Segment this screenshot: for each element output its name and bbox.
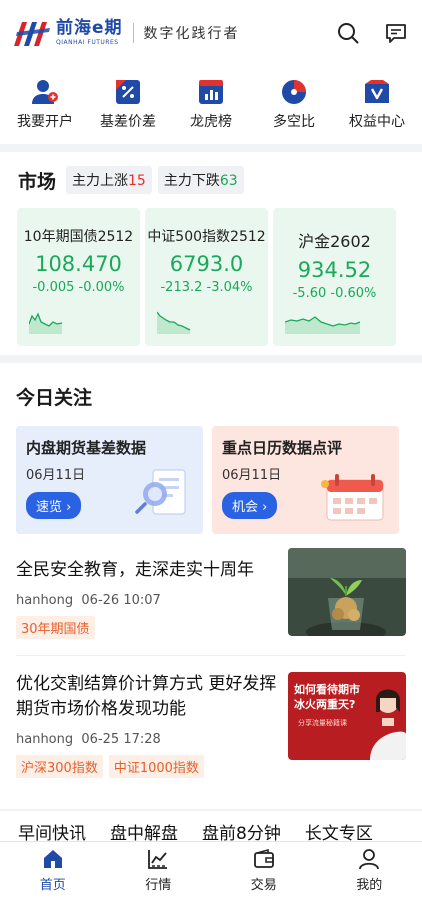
contract-change: -5.60 -0.60%	[292, 286, 377, 301]
thumbnail-subtitle: 分享流量秘籍课	[298, 719, 347, 727]
message-icon[interactable]	[384, 21, 408, 45]
quick-view-button[interactable]: 速览 ›	[26, 492, 82, 519]
divider	[132, 23, 134, 43]
qianhai-logo-icon	[14, 22, 50, 46]
market-chart-icon	[148, 850, 168, 869]
top-header: 前海e期 QIANHAI FUTURES 数字化践行者	[0, 0, 422, 66]
quick-basis-spread[interactable]: 基差价差	[93, 78, 163, 144]
market-card[interactable]: 10年期国债2512 108.470 -0.005 -0.00%	[17, 208, 140, 346]
pie-icon	[280, 78, 308, 106]
thumbnail-title: 如何看待期市冰火两重天?	[294, 683, 360, 711]
news-author: hanhong	[16, 593, 74, 608]
quick-label: 基差价差	[100, 114, 156, 130]
news-thumbnail: 如何看待期市冰火两重天? 分享流量秘籍课	[288, 672, 406, 760]
tab-pre-market[interactable]: 盘前8分钟	[202, 819, 281, 841]
contract-name: 沪金2602	[298, 232, 371, 251]
news-item[interactable]: 全民安全教育，走深走实十周年 hanhong 06-26 10:07 30年期国…	[16, 534, 406, 656]
main-up-label: 主力上涨	[72, 173, 129, 189]
vip-icon	[363, 78, 391, 106]
chart-board-icon	[197, 78, 225, 106]
news-tag[interactable]: 中证1000指数	[108, 755, 204, 778]
home-icon	[43, 850, 62, 868]
contract-price: 934.52	[297, 258, 372, 282]
slogan: 数字化践行者	[143, 26, 240, 42]
tab-morning-news[interactable]: 早间快讯	[18, 819, 86, 841]
quick-dragon-tiger[interactable]: 龙虎榜	[176, 78, 246, 144]
search-icon[interactable]	[336, 21, 360, 45]
tab-long-articles[interactable]: 长文专区	[305, 819, 373, 841]
quick-label: 我要开户	[17, 114, 73, 130]
quick-label: 权益中心	[349, 114, 405, 130]
content-tabs: 早间快讯 盘中解盘 盘前8分钟 长文专区	[0, 811, 422, 841]
basis-data-banner[interactable]: 内盘期货基差数据 06月11日 速览 ›	[16, 426, 203, 534]
presenter-figure	[370, 689, 406, 760]
user-add-icon	[31, 78, 59, 106]
sparkline	[157, 311, 191, 334]
market-title: 市场	[18, 170, 57, 193]
sparkline	[285, 316, 361, 334]
news-time: 06-26 10:07	[81, 593, 161, 608]
banner-title: 内盘期货基差数据	[26, 439, 147, 457]
opportunity-button[interactable]: 机会 ›	[222, 492, 278, 519]
brand-name: 前海e期	[56, 18, 123, 38]
contract-price: 108.470	[35, 252, 122, 276]
news-thumbnail	[288, 548, 406, 636]
news-time: 06-25 17:28	[81, 732, 161, 747]
brand-english: QIANHAI FUTURES	[56, 39, 119, 46]
today-focus-section: 今日关注 内盘期货基差数据 06月11日 速览 › 重点日历数据点评 06月11…	[0, 363, 422, 809]
bottom-tabbar: 首页 行情 交易 我的	[0, 841, 422, 898]
news-item[interactable]: 优化交割结算价计算方式 更好发挥期货市场价格发现功能 hanhong 06-25…	[16, 656, 406, 794]
contract-name: 10年期国债2512	[23, 229, 134, 245]
market-card[interactable]: 中证500指数2512 6793.0 -213.2 -3.04%	[145, 208, 268, 346]
tab-label: 交易	[250, 878, 277, 893]
tab-label: 行情	[145, 878, 172, 893]
quick-nav: 我要开户 基差价差 龙虎榜 多空比 权益中心	[0, 66, 422, 144]
tab-trade[interactable]: 交易	[234, 848, 294, 898]
news-headline: 全民安全教育，走深走实十周年	[16, 560, 254, 580]
wallet-icon	[253, 848, 274, 868]
contract-change: -0.005 -0.00%	[32, 280, 125, 295]
tab-label: 我的	[356, 878, 383, 893]
market-card[interactable]: 沪金2602 934.52 -5.60 -0.60%	[273, 208, 396, 346]
contract-change: -213.2 -3.04%	[160, 280, 253, 295]
main-down-label: 主力下跌	[163, 173, 220, 189]
sparkline	[29, 312, 63, 334]
banner-title: 重点日历数据点评	[222, 439, 343, 457]
news-headline: 优化交割结算价计算方式 更好发挥期货市场价格发现功能	[16, 674, 277, 719]
brand: 前海e期 QIANHAI FUTURES	[56, 20, 123, 46]
news-author: hanhong	[16, 732, 74, 747]
main-down-count: 63	[219, 173, 238, 189]
tab-intraday[interactable]: 盘中解盘	[110, 819, 178, 841]
main-up-count: 15	[128, 173, 146, 189]
document-magnifier-icon	[135, 469, 186, 515]
calendar-icon	[321, 474, 384, 521]
quick-open-account[interactable]: 我要开户	[10, 78, 80, 144]
tab-profile[interactable]: 我的	[339, 848, 399, 898]
percent-icon	[114, 78, 142, 106]
calendar-review-banner[interactable]: 重点日历数据点评 06月11日 机会 ›	[212, 426, 399, 534]
focus-title: 今日关注	[16, 387, 93, 409]
contract-name: 中证500指数2512	[147, 229, 266, 245]
contract-price: 6793.0	[169, 252, 244, 276]
profile-icon	[359, 849, 380, 870]
main-down-chip[interactable]: 主力下跌63	[157, 166, 244, 194]
tab-market[interactable]: 行情	[128, 848, 188, 898]
market-section: 市场 主力上涨15 主力下跌63 10年期国债2512 108.470 -0.0…	[0, 152, 422, 355]
news-tag[interactable]: 沪深300指数	[16, 755, 103, 778]
quick-rights-center[interactable]: 权益中心	[342, 78, 412, 144]
app-home: 前海e期 QIANHAI FUTURES 数字化践行者 我要开户 基差价差 龙虎…	[0, 0, 422, 898]
tab-label: 首页	[39, 878, 66, 893]
news-tag[interactable]: 30年期国债	[16, 616, 95, 639]
main-up-chip[interactable]: 主力上涨15	[66, 166, 152, 194]
quick-label: 多空比	[273, 114, 315, 130]
tab-home[interactable]: 首页	[23, 848, 83, 898]
quick-label: 龙虎榜	[190, 114, 232, 130]
quick-long-short[interactable]: 多空比	[259, 78, 329, 144]
